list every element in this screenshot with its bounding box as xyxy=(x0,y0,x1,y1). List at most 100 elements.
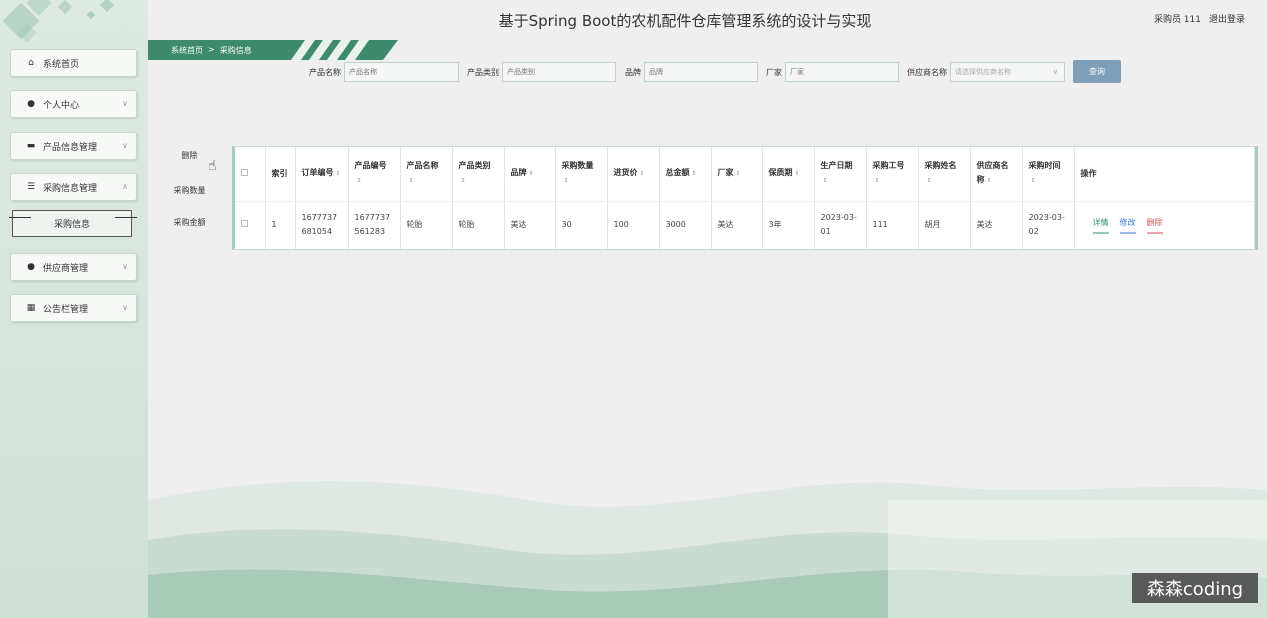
select-all-checkbox[interactable] xyxy=(241,168,248,176)
col-pcode[interactable]: 产品编号 ⇕ xyxy=(348,147,401,202)
sidebar-item-label: 产品信息管理 xyxy=(43,142,98,153)
sidebar-item-profile[interactable]: ● 个人中心 ∨ xyxy=(10,90,137,118)
col-price[interactable]: 进货价 ⇕ xyxy=(607,147,660,202)
sidebar-subitem-label: 采购信息 xyxy=(53,220,90,230)
header-label: 产品编号 xyxy=(354,161,387,171)
table-header-row: 索引 订单编号 ⇕ 产品编号⇕ 产品名称⇕ 产品类别⇕ 品牌 ⇕ 采购数量⇕ 进货价… xyxy=(235,147,1255,202)
button-label: 采购金额 xyxy=(173,218,206,227)
col-sname[interactable]: 采购姓名 ⇕ xyxy=(918,147,971,202)
select-all-cell xyxy=(235,147,266,202)
header-label: 采购工号 xyxy=(872,161,905,171)
purchase-qty-chart-button[interactable]: 采购数量 xyxy=(160,186,219,199)
sidebar-decoration xyxy=(0,0,148,48)
search-maker: 厂家 xyxy=(766,62,899,82)
cell-price: 100 xyxy=(607,201,660,249)
sidebar-item-label: 采购信息管理 xyxy=(43,183,98,194)
header-label: 采购数量 xyxy=(561,161,594,171)
supplier-select[interactable]: 请选择供应商名称 ∨ xyxy=(950,62,1065,82)
sort-icon: ⇕ xyxy=(926,177,932,185)
col-maker[interactable]: 厂家 ⇕ xyxy=(711,147,763,202)
field-label: 供应商名称 xyxy=(907,67,947,77)
sidebar-item-notices[interactable]: ▦ 公告栏管理 ∨ xyxy=(10,294,137,322)
background-hills xyxy=(148,481,1267,618)
page-title: 基于Spring Boot的农机配件仓库管理系统的设计与实现 xyxy=(498,12,872,30)
col-pname[interactable]: 产品名称 ⇕ xyxy=(400,147,453,202)
col-staff[interactable]: 采购工号 ⇕ xyxy=(866,147,919,202)
cell-total: 3000 xyxy=(659,201,712,249)
col-ptype[interactable]: 产品类别 ⇕ xyxy=(452,147,505,202)
sidebar-item-suppliers[interactable]: ● 供应商管理 ∨ xyxy=(10,253,137,281)
col-ptime[interactable]: 采购时间 ⇕ xyxy=(1022,147,1075,202)
sort-icon: ⇕ xyxy=(563,177,569,185)
watermark: 森森coding xyxy=(1132,573,1258,603)
sort-icon: ⇕ xyxy=(874,177,880,185)
sidebar-item-label: 公告栏管理 xyxy=(43,304,89,315)
chevron-up-icon: ∧ xyxy=(122,182,128,191)
sidebar-item-home[interactable]: ⌂ 系统首页 xyxy=(10,49,137,77)
cell-supplier: 美达 xyxy=(970,201,1023,249)
breadcrumb: 系统首页 > 采购信息 xyxy=(171,45,252,56)
col-brand[interactable]: 品牌 ⇕ xyxy=(504,147,556,202)
cell-staff: 111 xyxy=(866,201,919,249)
search-supplier: 供应商名称 请选择供应商名称 ∨ xyxy=(907,62,1065,82)
cell-pdate: 2023-03-01 xyxy=(814,201,867,249)
header-label: 进货价 xyxy=(613,168,638,178)
purchase-amount-chart-button[interactable]: 采购金额 xyxy=(160,218,219,231)
row-select-cell xyxy=(235,201,266,249)
header-label: 厂家 xyxy=(717,168,734,178)
sort-icon: ⇕ xyxy=(1030,177,1036,185)
field-label: 厂家 xyxy=(766,67,782,77)
sort-icon: ⇕ xyxy=(691,170,697,178)
edit-button[interactable]: 修改 xyxy=(1119,216,1136,235)
header-label: 采购姓名 xyxy=(924,161,957,171)
header-label: 操作 xyxy=(1080,168,1097,178)
col-qty[interactable]: 采购数量 ⇕ xyxy=(555,147,608,202)
chevron-down-icon: ∨ xyxy=(122,99,128,108)
col-pdate[interactable]: 生产日期 ⇕ xyxy=(814,147,867,202)
product-type-input[interactable] xyxy=(502,62,616,82)
detail-button[interactable]: 详情 xyxy=(1092,216,1109,235)
logout-link[interactable]: 退出登录 xyxy=(1209,12,1245,25)
cell-ops: 详情 修改 删除 xyxy=(1074,201,1255,249)
button-label: 删除 xyxy=(181,151,198,160)
sort-icon: ⇕ xyxy=(528,170,534,178)
sort-icon: ⇕ xyxy=(986,177,992,185)
brand-input[interactable] xyxy=(644,62,758,82)
header-label: 总金额 xyxy=(665,168,690,178)
user-icon: ● xyxy=(27,262,35,272)
cell-pname: 轮胎 xyxy=(400,201,453,249)
search-product-name: 产品名称 xyxy=(309,62,459,82)
header-label: 保质期 xyxy=(768,168,793,178)
sidebar-item-label: 供应商管理 xyxy=(43,263,89,274)
sidebar: ⌂ 系统首页 ● 个人中心 ∨ ▬ 产品信息管理 ∨ ☰ 采购信息管理 ∧ 采购… xyxy=(0,0,148,618)
select-placeholder: 请选择供应商名称 xyxy=(955,68,1011,76)
header-label: 产品类别 xyxy=(458,161,491,171)
user-menu: 采购员 111 退出登录 xyxy=(1154,12,1245,25)
query-button[interactable]: 查询 xyxy=(1073,60,1121,83)
cell-ptype: 轮胎 xyxy=(452,201,505,249)
sidebar-item-purchase[interactable]: ☰ 采购信息管理 ∧ xyxy=(10,173,137,201)
search-product-type: 产品类别 xyxy=(467,62,616,82)
header-label: 采购时间 xyxy=(1028,161,1061,171)
header-label: 供应商名称 xyxy=(976,161,1009,185)
col-index: 索引 xyxy=(265,147,296,202)
product-name-input[interactable] xyxy=(344,62,459,82)
delete-button[interactable]: 删除 xyxy=(1146,216,1163,235)
chevron-down-icon: ∨ xyxy=(1052,68,1058,76)
cell-shelf: 3年 xyxy=(762,201,815,249)
breadcrumb-home[interactable]: 系统首页 xyxy=(171,45,203,56)
chevron-down-icon: ∨ xyxy=(122,303,128,312)
sort-icon: ⇕ xyxy=(356,177,362,185)
sort-icon: ⇕ xyxy=(822,177,828,185)
hand-cursor-icon: ☝ xyxy=(208,158,217,174)
col-order[interactable]: 订单编号 ⇕ xyxy=(295,147,349,202)
maker-input[interactable] xyxy=(785,62,899,82)
col-supplier[interactable]: 供应商名称 ⇕ xyxy=(970,147,1023,202)
sidebar-subitem-purchase-info[interactable]: 采购信息 xyxy=(9,210,137,237)
col-total[interactable]: 总金额 ⇕ xyxy=(659,147,712,202)
user-name: 采购员 111 xyxy=(1153,15,1201,25)
row-checkbox[interactable] xyxy=(241,220,248,228)
sidebar-item-products[interactable]: ▬ 产品信息管理 ∨ xyxy=(10,132,137,160)
col-op: 操作 xyxy=(1074,147,1255,202)
col-shelf[interactable]: 保质期 ⇕ xyxy=(762,147,815,202)
